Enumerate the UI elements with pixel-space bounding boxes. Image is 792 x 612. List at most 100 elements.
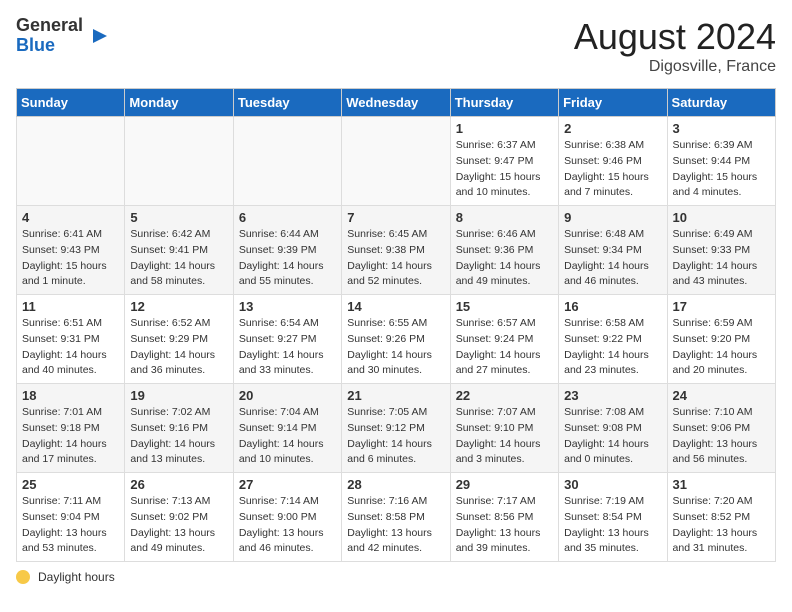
calendar-cell: 2 Sunrise: 6:38 AM Sunset: 9:46 PM Daylig… [559, 117, 667, 206]
calendar-cell: 24 Sunrise: 7:10 AM Sunset: 9:06 PM Dayli… [667, 384, 775, 473]
calendar-cell: 18 Sunrise: 7:01 AM Sunset: 9:18 PM Dayli… [17, 384, 125, 473]
weekday-header-monday: Monday [125, 89, 233, 117]
day-number: 19 [130, 388, 227, 403]
calendar-location: Digosville, France [574, 58, 776, 76]
calendar-week-3: 11 Sunrise: 6:51 AM Sunset: 9:31 PM Dayli… [17, 295, 776, 384]
calendar-cell: 31 Sunrise: 7:20 AM Sunset: 8:52 PM Dayli… [667, 473, 775, 562]
day-number: 3 [673, 121, 770, 136]
day-info: Sunrise: 6:58 AM Sunset: 9:22 PM Dayligh… [564, 316, 661, 379]
day-info: Sunrise: 6:51 AM Sunset: 9:31 PM Dayligh… [22, 316, 119, 379]
day-number: 21 [347, 388, 444, 403]
weekday-header-saturday: Saturday [667, 89, 775, 117]
day-info: Sunrise: 7:01 AM Sunset: 9:18 PM Dayligh… [22, 405, 119, 468]
day-info: Sunrise: 7:10 AM Sunset: 9:06 PM Dayligh… [673, 405, 770, 468]
day-info: Sunrise: 7:14 AM Sunset: 9:00 PM Dayligh… [239, 494, 336, 557]
day-number: 23 [564, 388, 661, 403]
day-number: 11 [22, 299, 119, 314]
day-number: 7 [347, 210, 444, 225]
calendar-cell: 20Sunrise: 7:04 AM Sunset: 9:14 PM Dayli… [233, 384, 341, 473]
weekday-header-tuesday: Tuesday [233, 89, 341, 117]
calendar-cell: 1 Sunrise: 6:37 AM Sunset: 9:47 PM Daylig… [450, 117, 558, 206]
calendar-cell: 28 Sunrise: 7:16 AM Sunset: 8:58 PM Dayli… [342, 473, 450, 562]
calendar-cell: 16 Sunrise: 6:58 AM Sunset: 9:22 PM Dayli… [559, 295, 667, 384]
page-header: General Blue August 2024 Digosville, Fra… [16, 16, 776, 76]
calendar-cell: 19Sunrise: 7:02 AM Sunset: 9:16 PM Dayli… [125, 384, 233, 473]
calendar-week-1: 1 Sunrise: 6:37 AM Sunset: 9:47 PM Daylig… [17, 117, 776, 206]
title-block: August 2024 Digosville, France [574, 16, 776, 76]
day-info: Sunrise: 6:42 AM Sunset: 9:41 PM Dayligh… [130, 227, 227, 290]
calendar-cell: 7 Sunrise: 6:45 AM Sunset: 9:38 PM Daylig… [342, 206, 450, 295]
calendar-cell: 3 Sunrise: 6:39 AM Sunset: 9:44 PM Daylig… [667, 117, 775, 206]
calendar-cell: 5Sunrise: 6:42 AM Sunset: 9:41 PM Daylig… [125, 206, 233, 295]
calendar-header-row: SundayMondayTuesdayWednesdayThursdayFrid… [17, 89, 776, 117]
day-number: 25 [22, 477, 119, 492]
day-number: 9 [564, 210, 661, 225]
day-number: 10 [673, 210, 770, 225]
day-info: Sunrise: 7:17 AM Sunset: 8:56 PM Dayligh… [456, 494, 553, 557]
day-number: 16 [564, 299, 661, 314]
day-number: 6 [239, 210, 336, 225]
day-number: 18 [22, 388, 119, 403]
day-number: 4 [22, 210, 119, 225]
day-info: Sunrise: 7:16 AM Sunset: 8:58 PM Dayligh… [347, 494, 444, 557]
calendar-cell: 21 Sunrise: 7:05 AM Sunset: 9:12 PM Dayli… [342, 384, 450, 473]
weekday-header-sunday: Sunday [17, 89, 125, 117]
calendar-cell: 23 Sunrise: 7:08 AM Sunset: 9:08 PM Dayli… [559, 384, 667, 473]
day-number: 2 [564, 121, 661, 136]
calendar-week-5: 25 Sunrise: 7:11 AM Sunset: 9:04 PM Dayli… [17, 473, 776, 562]
calendar-cell [233, 117, 341, 206]
calendar-table: SundayMondayTuesdayWednesdayThursdayFrid… [16, 88, 776, 562]
day-info: Sunrise: 7:11 AM Sunset: 9:04 PM Dayligh… [22, 494, 119, 557]
day-info: Sunrise: 6:39 AM Sunset: 9:44 PM Dayligh… [673, 138, 770, 201]
calendar-cell: 27 Sunrise: 7:14 AM Sunset: 9:00 PM Dayli… [233, 473, 341, 562]
day-number: 15 [456, 299, 553, 314]
calendar-cell: 8 Sunrise: 6:46 AM Sunset: 9:36 PM Daylig… [450, 206, 558, 295]
day-number: 8 [456, 210, 553, 225]
day-info: Sunrise: 6:37 AM Sunset: 9:47 PM Dayligh… [456, 138, 553, 201]
calendar-cell: 14 Sunrise: 6:55 AM Sunset: 9:26 PM Dayli… [342, 295, 450, 384]
calendar-cell: 15 Sunrise: 6:57 AM Sunset: 9:24 PM Dayli… [450, 295, 558, 384]
calendar-title: August 2024 [574, 16, 776, 58]
calendar-cell: 17Sunrise: 6:59 AM Sunset: 9:20 PM Dayli… [667, 295, 775, 384]
calendar-cell: 25 Sunrise: 7:11 AM Sunset: 9:04 PM Dayli… [17, 473, 125, 562]
calendar-cell [17, 117, 125, 206]
day-info: Sunrise: 6:54 AM Sunset: 9:27 PM Dayligh… [239, 316, 336, 379]
day-number: 14 [347, 299, 444, 314]
weekday-header-thursday: Thursday [450, 89, 558, 117]
day-info: Sunrise: 6:44 AM Sunset: 9:39 PM Dayligh… [239, 227, 336, 290]
day-number: 27 [239, 477, 336, 492]
logo-blue: Blue [16, 36, 83, 56]
day-info: Sunrise: 6:45 AM Sunset: 9:38 PM Dayligh… [347, 227, 444, 290]
day-number: 31 [673, 477, 770, 492]
day-info: Sunrise: 7:08 AM Sunset: 9:08 PM Dayligh… [564, 405, 661, 468]
day-number: 1 [456, 121, 553, 136]
day-info: Sunrise: 6:38 AM Sunset: 9:46 PM Dayligh… [564, 138, 661, 201]
calendar-cell: 22Sunrise: 7:07 AM Sunset: 9:10 PM Dayli… [450, 384, 558, 473]
day-number: 28 [347, 477, 444, 492]
daylight-label: Daylight hours [38, 570, 115, 584]
day-number: 13 [239, 299, 336, 314]
day-number: 30 [564, 477, 661, 492]
calendar-cell: 11 Sunrise: 6:51 AM Sunset: 9:31 PM Dayli… [17, 295, 125, 384]
day-info: Sunrise: 7:13 AM Sunset: 9:02 PM Dayligh… [130, 494, 227, 557]
day-number: 29 [456, 477, 553, 492]
logo-arrow-icon [89, 25, 111, 47]
day-info: Sunrise: 6:55 AM Sunset: 9:26 PM Dayligh… [347, 316, 444, 379]
sun-icon [16, 570, 30, 584]
calendar-week-2: 4Sunrise: 6:41 AM Sunset: 9:43 PM Daylig… [17, 206, 776, 295]
day-info: Sunrise: 7:05 AM Sunset: 9:12 PM Dayligh… [347, 405, 444, 468]
calendar-week-4: 18 Sunrise: 7:01 AM Sunset: 9:18 PM Dayli… [17, 384, 776, 473]
calendar-cell: 13 Sunrise: 6:54 AM Sunset: 9:27 PM Dayli… [233, 295, 341, 384]
calendar-cell: 12Sunrise: 6:52 AM Sunset: 9:29 PM Dayli… [125, 295, 233, 384]
day-info: Sunrise: 7:04 AM Sunset: 9:14 PM Dayligh… [239, 405, 336, 468]
day-info: Sunrise: 6:48 AM Sunset: 9:34 PM Dayligh… [564, 227, 661, 290]
day-info: Sunrise: 6:46 AM Sunset: 9:36 PM Dayligh… [456, 227, 553, 290]
day-number: 24 [673, 388, 770, 403]
calendar-cell [125, 117, 233, 206]
day-info: Sunrise: 6:57 AM Sunset: 9:24 PM Dayligh… [456, 316, 553, 379]
calendar-footer: Daylight hours [16, 570, 776, 584]
weekday-header-wednesday: Wednesday [342, 89, 450, 117]
day-info: Sunrise: 6:59 AM Sunset: 9:20 PM Dayligh… [673, 316, 770, 379]
weekday-header-friday: Friday [559, 89, 667, 117]
day-info: Sunrise: 7:20 AM Sunset: 8:52 PM Dayligh… [673, 494, 770, 557]
